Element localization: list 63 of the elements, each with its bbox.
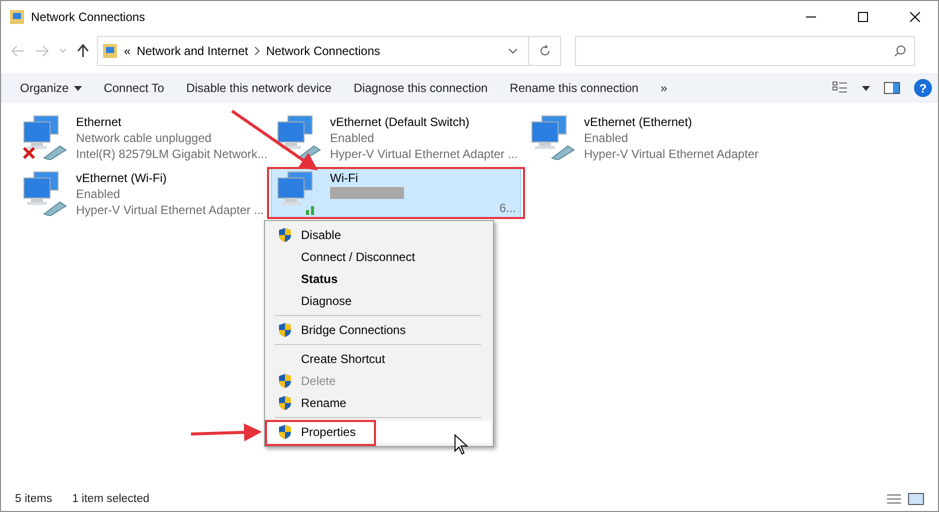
connection-device: 6... [499,200,516,216]
menu-item[interactable]: Status [267,268,491,290]
address-bar[interactable]: « Network and Internet Network Connections [97,36,561,66]
connection-device: Intel(R) 82579LM Gigabit Network... [76,146,268,162]
menu-item[interactable]: Connect / Disconnect [267,246,491,268]
menu-item[interactable]: Disable [267,224,491,246]
toolbar-button[interactable]: Connect To [92,73,176,103]
connection-item[interactable]: vEthernet (Ethernet) Enabled Hyper-V Virtual Ethernet Adapter [525,111,775,163]
view-options-icon[interactable] [832,81,848,95]
connection-status: Enabled [584,130,628,146]
toolbar-button[interactable]: Rename this connection [498,73,650,103]
connection-status: Network cable unplugged [76,130,212,146]
menu-item[interactable]: Create Shortcut [267,348,491,370]
connection-device: Hyper-V Virtual Ethernet Adapter ... [76,202,264,218]
connection-item[interactable]: Wi-Fi 6... [271,167,521,219]
mouse-cursor-icon [454,434,468,455]
window-title: Network Connections [31,10,146,24]
selection-count: 1 item selected [72,493,150,505]
connection-item[interactable]: vEthernet (Wi-Fi) Enabled Hyper-V Virtual Ethernet Adapter ... [17,167,267,219]
connection-item[interactable]: vEthernet (Default Switch) Enabled Hyper-V Virtual Ethernet Adapter ... [271,111,521,163]
up-arrow-icon[interactable] [77,44,89,58]
toolbar-button[interactable]: » [649,73,678,103]
connection-name: Wi-Fi [330,170,359,186]
preview-pane-icon[interactable] [884,82,900,94]
breadcrumb-overflow[interactable]: « [124,44,131,58]
breadcrumb-item[interactable]: Network Connections [266,44,380,58]
connection-item[interactable]: Ethernet Network cable unplugged Intel(R) 82579LM Gigabit Network... [17,111,267,163]
connection-status: Enabled [76,186,120,202]
network-folder-icon [102,43,118,59]
menu-item[interactable]: Rename [267,392,491,414]
connection-status: Enabled [330,130,374,146]
shield-icon [277,424,293,440]
pointer-arrow [190,423,262,442]
refresh-icon[interactable] [538,45,550,57]
toolbar-button[interactable]: Organize [9,73,93,103]
connection-name: vEthernet (Default Switch) [330,114,470,130]
menu-item[interactable]: Properties [267,421,491,443]
connection-name: vEthernet (Wi-Fi) [76,170,168,186]
toolbar-button[interactable]: Disable this network device [175,73,343,103]
menu-item[interactable]: Bridge Connections [267,319,491,341]
shield-icon [277,322,293,338]
connection-name: Ethernet [76,114,122,130]
large-icons-view-icon[interactable] [908,493,924,505]
shield-icon [277,373,293,389]
item-count: 5 items [15,493,52,505]
toolbar-button[interactable]: Diagnose this connection [342,73,499,103]
network-folder-icon [9,9,25,25]
shield-icon [277,395,293,411]
search-field[interactable] [575,36,915,66]
breadcrumb-item[interactable]: Network and Internet [136,44,248,58]
chevron-down-icon[interactable] [508,48,518,54]
connection-name: vEthernet (Ethernet) [584,114,694,130]
caret-icon[interactable] [862,86,870,90]
details-view-icon[interactable] [886,493,902,505]
chevron-right-icon [254,47,260,55]
search-icon [894,45,906,57]
help-icon[interactable]: ? [914,79,932,97]
connection-device: Hyper-V Virtual Ethernet Adapter ... [330,146,518,162]
maximize-icon[interactable] [858,12,868,22]
close-icon[interactable] [910,12,920,22]
shield-icon [277,227,293,243]
connection-device: Hyper-V Virtual Ethernet Adapter [584,146,759,162]
menu-item[interactable]: Diagnose [267,290,491,312]
